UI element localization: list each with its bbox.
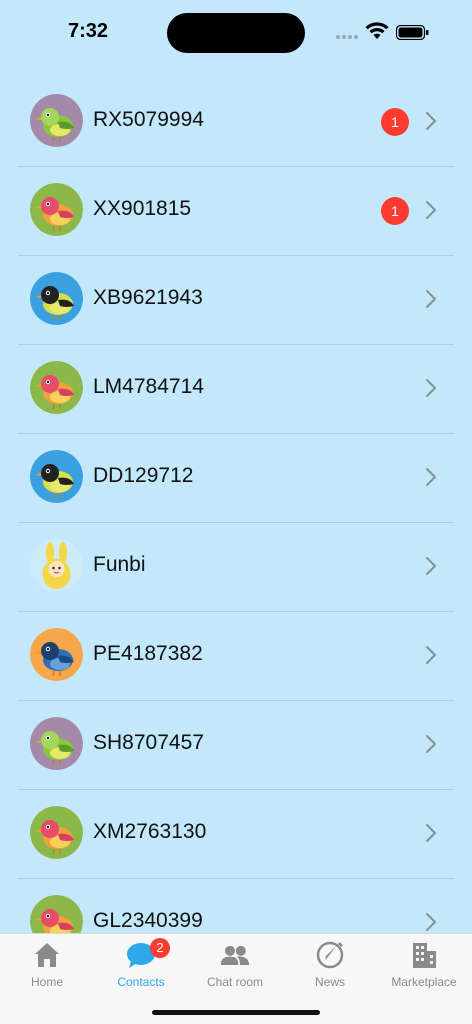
chevron-right-icon bbox=[426, 735, 436, 753]
avatar bbox=[30, 806, 83, 859]
wifi-icon bbox=[365, 22, 389, 39]
avatar bbox=[30, 272, 83, 325]
contact-name: XX901815 bbox=[93, 197, 192, 220]
tab-marketplace[interactable]: Marketplace bbox=[377, 940, 471, 990]
chevron-right-icon bbox=[426, 913, 436, 931]
avatar bbox=[30, 361, 83, 414]
chevron-right-icon bbox=[426, 379, 436, 397]
people-icon bbox=[220, 945, 250, 965]
contact-row[interactable]: XX901815 1 bbox=[0, 167, 472, 256]
avatar bbox=[30, 717, 83, 770]
compass-icon bbox=[316, 941, 344, 969]
chevron-right-icon bbox=[426, 290, 436, 308]
contact-row[interactable]: SH8707457 bbox=[0, 701, 472, 790]
avatar bbox=[30, 94, 83, 147]
unread-badge: 1 bbox=[381, 197, 409, 225]
avatar bbox=[30, 628, 83, 681]
contact-name: XM2763130 bbox=[93, 820, 207, 843]
contact-row[interactable]: RX5079994 1 bbox=[0, 78, 472, 167]
tab-badge: 2 bbox=[150, 938, 170, 958]
unread-badge: 1 bbox=[381, 108, 409, 136]
chevron-right-icon bbox=[426, 468, 436, 486]
avatar bbox=[30, 539, 83, 592]
contact-row[interactable]: DD129712 bbox=[0, 434, 472, 523]
avatar bbox=[30, 450, 83, 503]
contact-name: XB9621943 bbox=[93, 286, 203, 309]
tab-news[interactable]: News bbox=[283, 940, 377, 990]
status-bar: 7:32 bbox=[0, 0, 472, 66]
contact-row[interactable]: LM4784714 bbox=[0, 345, 472, 434]
tab-label: Marketplace bbox=[391, 975, 457, 989]
tab-chat-room[interactable]: Chat room bbox=[188, 940, 282, 990]
chevron-right-icon bbox=[426, 557, 436, 575]
dynamic-island bbox=[167, 13, 305, 53]
tab-label: News bbox=[314, 975, 345, 989]
contact-row[interactable]: XB9621943 bbox=[0, 256, 472, 345]
home-icon bbox=[35, 943, 59, 967]
contact-list: RX5079994 1 XX901815 1 XB9621943 LM4784714… bbox=[0, 78, 472, 968]
contact-name: Funbi bbox=[93, 553, 146, 576]
tab-label: Home bbox=[30, 975, 63, 989]
contact-name: GL2340399 bbox=[93, 909, 203, 932]
chevron-right-icon bbox=[426, 824, 436, 842]
contact-row[interactable]: PE4187382 bbox=[0, 612, 472, 701]
contact-row[interactable]: XM2763130 bbox=[0, 790, 472, 879]
contact-name: DD129712 bbox=[93, 464, 194, 487]
cellular-signal-icon bbox=[336, 35, 358, 39]
chevron-right-icon bbox=[426, 112, 436, 130]
tab-home[interactable]: Home bbox=[0, 940, 94, 990]
contact-name: LM4784714 bbox=[93, 375, 204, 398]
tab-label: Contacts bbox=[117, 975, 165, 989]
building-icon bbox=[413, 943, 436, 968]
contact-name: SH8707457 bbox=[93, 731, 204, 754]
status-time: 7:32 bbox=[68, 20, 109, 42]
tab-label: Chat room bbox=[206, 975, 264, 989]
home-indicator bbox=[152, 1010, 320, 1015]
battery-icon bbox=[396, 25, 429, 40]
chevron-right-icon bbox=[426, 646, 436, 664]
tab-contacts[interactable]: 2 Contacts bbox=[94, 938, 188, 990]
chevron-right-icon bbox=[426, 201, 436, 219]
contact-name: RX5079994 bbox=[93, 108, 204, 131]
avatar bbox=[30, 183, 83, 236]
contact-name: PE4187382 bbox=[93, 642, 203, 665]
contact-row[interactable]: Funbi bbox=[0, 523, 472, 612]
